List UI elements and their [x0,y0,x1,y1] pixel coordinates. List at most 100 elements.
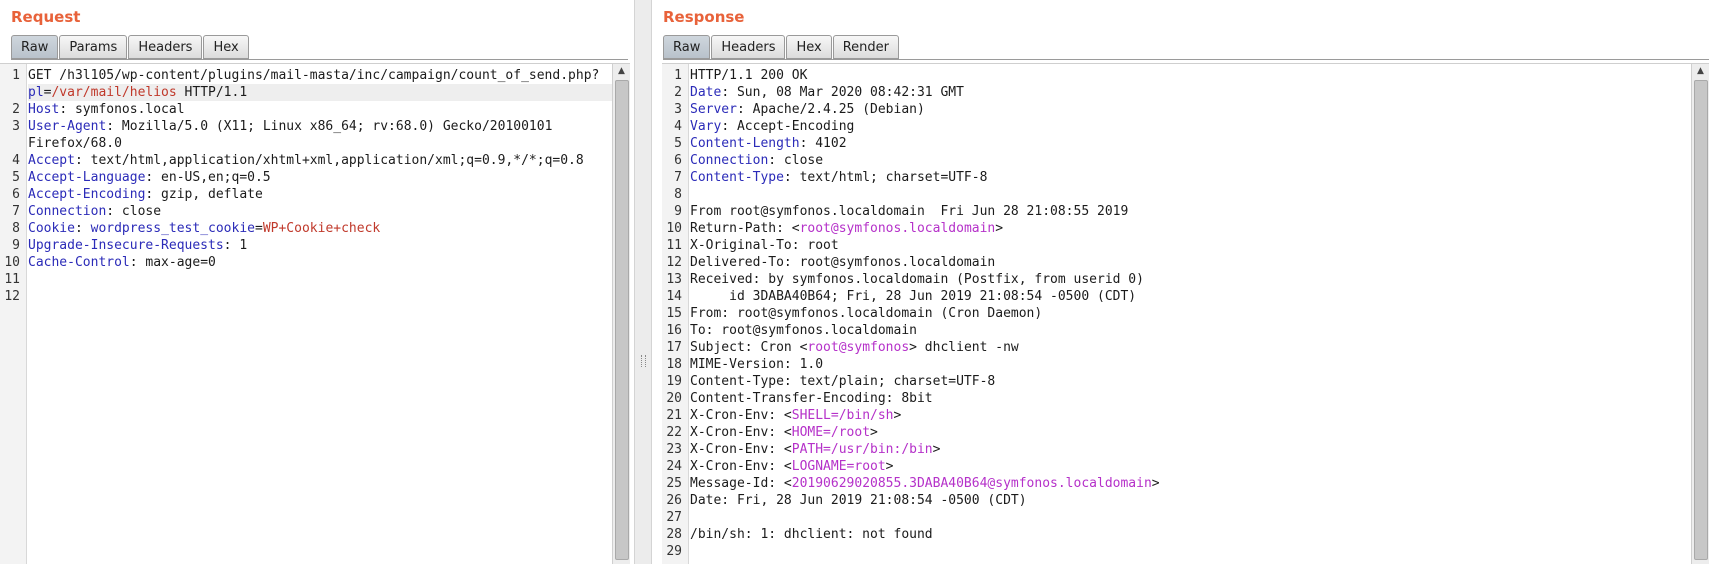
line-number: 4 [12,153,20,168]
request-tab-raw[interactable]: Raw [11,35,59,59]
pane-divider[interactable] [634,0,652,564]
header-key: Content-Length [690,136,800,151]
request-tab-hex[interactable]: Hex [203,35,249,59]
plain-text: From: root@symfonos.localdomain (Cron Da… [690,306,1043,321]
response-line: 19 Content-Type: text/plain; charset=UTF-… [662,373,1691,390]
highlighted-value: HOME=/root [791,425,871,440]
request-tab-params[interactable]: Params [59,35,128,59]
line-text: From root@symfonos.localdomain Fri Jun 2… [690,203,1128,220]
line-number: 25 [666,476,682,491]
plain-text: > [893,408,902,423]
plain-text: Received: by symfonos.localdomain (Postf… [690,272,1144,287]
line-number: 11 [666,238,682,253]
request-line: 9 Upgrade-Insecure-Requests: 1 [0,237,612,254]
response-line: 6 Connection: close [662,152,1691,169]
line-number: 29 [666,544,682,559]
response-scrollbar[interactable]: ▲ [1691,64,1709,564]
response-tab-hex[interactable]: Hex [786,35,832,59]
plain-text: : max-age=0 [129,255,216,270]
request-scrollbar[interactable]: ▲ [612,64,630,564]
line-number: 24 [666,459,682,474]
plain-text: To: root@symfonos.localdomain [690,323,917,338]
header-key: wordpress_test_cookie [90,221,255,236]
plain-text: From root@symfonos.localdomain Fri Jun 2… [690,204,1129,219]
line-text: Message-Id: <20190629020855.3DABA40B64@s… [690,475,1160,492]
response-line: 26 Date: Fri, 28 Jun 2019 21:08:54 -0500 … [662,492,1691,509]
plain-text: : 1 [223,238,248,253]
response-editor[interactable]: 1 HTTP/1.1 200 OK 2 Date: Sun, 08 Mar 2020 … [662,63,1709,564]
response-tab-render[interactable]: Render [832,35,899,59]
plain-text: > [932,442,941,457]
response-tab-headers[interactable]: Headers [711,35,786,59]
plain-text: X-Original-To: root [690,238,839,253]
request-tab-underline [11,59,628,60]
highlighted-value: SHELL=/bin/sh [791,408,894,423]
line-text: X-Cron-Env: <LOGNAME=root> [690,458,894,475]
header-key: User-Agent [28,119,107,134]
request-line: 11 [0,271,612,288]
line-text: Date: Fri, 28 Jun 2019 21:08:54 -0500 (C… [690,492,1027,509]
scroll-up-icon[interactable]: ▲ [1692,64,1709,78]
plain-text: Delivered-To: root@symfonos.localdomain [690,255,996,270]
line-text: Accept-Language: en-US,en;q=0.5 [28,169,271,186]
request-lines: 1 GET /h3l105/wp-content/plugins/mail-mas… [0,67,612,305]
request-line: 1 GET /h3l105/wp-content/plugins/mail-mas… [0,67,612,84]
response-tab-raw[interactable]: Raw [663,35,711,59]
response-line: 14 id 3DABA40B64; Fri, 28 Jun 2019 21:08… [662,288,1691,305]
response-line: 16 To: root@symfonos.localdomain [662,322,1691,339]
line-text: To: root@symfonos.localdomain [690,322,917,339]
request-scrollbar-thumb[interactable] [615,80,629,560]
plain-text: Return-Path: < [690,221,800,236]
header-key: Cache-Control [28,255,130,270]
line-text: MIME-Version: 1.0 [690,356,823,373]
response-title: Response [663,8,745,26]
plain-text: : text/html,application/xhtml+xml,applic… [74,153,584,168]
plain-text: > [995,221,1004,236]
line-number: 21 [666,408,682,423]
line-number: 26 [666,493,682,508]
line-text: From: root@symfonos.localdomain (Cron Da… [690,305,1042,322]
highlighted-value: WP+Cookie+check [262,221,381,236]
line-text: id 3DABA40B64; Fri, 28 Jun 2019 21:08:54… [690,288,1136,305]
line-number: 3 [12,119,20,134]
highlighted-value: root@symfonos [807,340,910,355]
plain-text: : [74,221,91,236]
plain-text: Date: Fri, 28 Jun 2019 21:08:54 -0500 (C… [690,493,1027,508]
line-text: Cookie: wordpress_test_cookie=WP+Cookie+… [28,220,380,237]
request-line: 7 Connection: close [0,203,612,220]
header-key: Connection [28,204,107,219]
response-line: 23 X-Cron-Env: <PATH=/usr/bin:/bin> [662,441,1691,458]
request-tab-headers[interactable]: Headers [128,35,203,59]
line-number: 23 [666,442,682,457]
line-text: X-Original-To: root [690,237,839,254]
line-text: Content-Type: text/plain; charset=UTF-8 [690,373,995,390]
plain-text: id 3DABA40B64; Fri, 28 Jun 2019 21:08:54… [690,289,1137,304]
plain-text: HTTP/1.1 [176,85,248,100]
line-text: Connection: close [690,152,823,169]
line-text: Vary: Accept-Encoding [690,118,854,135]
plain-text: X-Cron-Env: < [690,459,792,474]
plain-text: : close [768,153,824,168]
line-number: 9 [674,204,682,219]
plain-text: > [870,425,878,440]
response-line: 9 From root@symfonos.localdomain Fri Jun … [662,203,1691,220]
response-line: 27 [662,509,1691,526]
line-number: 12 [4,289,20,304]
header-key: Date [690,85,722,100]
response-line: 21 X-Cron-Env: <SHELL=/bin/sh> [662,407,1691,424]
plain-text: X-Cron-Env: < [690,425,792,440]
scroll-up-icon[interactable]: ▲ [613,64,630,78]
highlighted-value: LOGNAME=root [791,459,886,474]
response-line: 8 [662,186,1691,203]
line-number: 15 [666,306,682,321]
header-key: Accept [28,153,75,168]
request-editor[interactable]: 1 GET /h3l105/wp-content/plugins/mail-mas… [0,63,630,564]
plain-text: : symfonos.local [59,102,185,117]
response-line: 15 From: root@symfonos.localdomain (Cron … [662,305,1691,322]
response-scrollbar-thumb[interactable] [1694,80,1708,560]
line-text: Delivered-To: root@symfonos.localdomain [690,254,995,271]
plain-text: : en-US,en;q=0.5 [145,170,271,185]
plain-text: Content-Transfer-Encoding: 8bit [690,391,933,406]
divider-grip-icon[interactable] [641,355,646,367]
line-text: Host: symfonos.local [28,101,185,118]
